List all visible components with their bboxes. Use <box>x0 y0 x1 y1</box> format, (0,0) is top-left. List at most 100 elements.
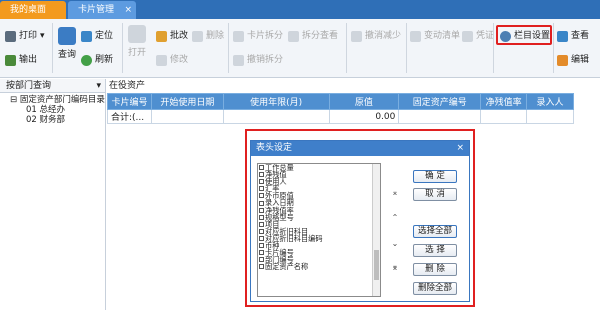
ok-button[interactable]: 确 定 <box>413 170 457 183</box>
refresh-icon <box>81 54 92 66</box>
checkbox[interactable] <box>259 172 264 178</box>
select-all-button[interactable]: 选择全部 <box>413 225 457 238</box>
checkbox[interactable] <box>259 250 264 256</box>
toolbar-divider <box>122 23 123 73</box>
modify-label: 修改 <box>170 55 189 65</box>
edit-button[interactable]: 编辑 <box>557 53 589 67</box>
toolbar-divider <box>52 23 53 73</box>
batch-edit-icon <box>156 30 167 42</box>
checkbox[interactable] <box>259 165 264 171</box>
tree-root[interactable]: ⊟ 固定资产部门编码目录 <box>10 95 105 105</box>
checkbox[interactable] <box>259 186 264 192</box>
list-item[interactable]: 固定资产名称 <box>258 263 380 270</box>
refresh-label: 刷新 <box>95 55 114 65</box>
close-icon[interactable]: × <box>456 141 464 156</box>
dialog-title-bar[interactable]: 表头设定 × <box>251 141 469 156</box>
header-settings-dialog: 表头设定 × 工作总量 净残值 使用人 汇率 外币原值 录入日期 净残值率 规格… <box>250 140 470 302</box>
change-list-button[interactable]: 变动清单 <box>410 29 460 43</box>
checkbox[interactable] <box>259 235 264 241</box>
table-row[interactable]: 合计:(... 0.00 <box>107 109 574 124</box>
column-header[interactable]: 开始使用日期 <box>150 93 224 110</box>
query-button[interactable]: 查询 <box>56 27 78 60</box>
checkbox[interactable] <box>259 228 264 234</box>
field-list[interactable]: 工作总量 净残值 使用人 汇率 外币原值 录入日期 净残值率 规格型号 项目 对… <box>257 163 381 297</box>
print-label: 打印 <box>19 31 38 41</box>
checkbox[interactable] <box>259 264 264 270</box>
print-button[interactable]: 打印 ▾ <box>5 29 45 43</box>
view-button[interactable]: 查看 <box>557 29 589 43</box>
column-header[interactable]: 使用年限(月) <box>222 93 330 110</box>
undo-split-label: 撤销拆分 <box>247 55 284 65</box>
tab-card-management[interactable]: 卡片管理 × <box>68 1 136 19</box>
tree-item-02[interactable]: 02 财务部 <box>10 115 105 125</box>
delete-button[interactable]: 删除 <box>192 29 224 43</box>
split-view-label: 拆分查看 <box>302 31 339 41</box>
undo-split-button[interactable]: 撤销拆分 <box>233 53 283 67</box>
tree-item-01[interactable]: 01 总经办 <box>10 105 105 115</box>
output-button[interactable]: 输出 <box>5 53 37 67</box>
list-scrollbar[interactable] <box>372 164 380 296</box>
voucher-icon <box>462 30 473 42</box>
column-header[interactable]: 原值 <box>328 93 400 110</box>
split-icon <box>233 30 244 42</box>
modify-button[interactable]: 修改 <box>156 53 188 67</box>
department-tree: ⊟ 固定资产部门编码目录 01 总经办 02 财务部 <box>0 93 105 125</box>
column-settings-label: 栏目设置 <box>514 31 551 41</box>
scrollbar-thumb[interactable] <box>374 250 379 280</box>
locate-icon <box>81 30 92 42</box>
dialog-title: 表头设定 <box>256 143 293 153</box>
move-bottom-icon[interactable]: ⌆ <box>388 263 402 272</box>
change-list-label: 变动清单 <box>424 31 461 41</box>
checkbox[interactable] <box>259 207 264 213</box>
batch-edit-label: 批改 <box>170 31 189 41</box>
locate-button[interactable]: 定位 <box>81 29 113 43</box>
query-icon <box>58 27 76 45</box>
column-header[interactable]: 卡片编号 <box>107 93 152 110</box>
remove-button[interactable]: 删 除 <box>413 263 457 276</box>
open-icon <box>128 25 146 43</box>
view-label: 查看 <box>571 31 590 41</box>
split-view-icon <box>288 30 299 42</box>
table-header-row: 卡片编号 开始使用日期 使用年限(月) 原值 固定资产编号 净残值率 录入人 <box>107 93 574 110</box>
asset-table: 卡片编号 开始使用日期 使用年限(月) 原值 固定资产编号 净残值率 录入人 合… <box>107 93 574 124</box>
department-query-label: 按部门查询 <box>6 81 52 91</box>
column-settings-button[interactable]: 栏目设置 <box>500 29 550 43</box>
card-split-label: 卡片拆分 <box>247 31 284 41</box>
select-button[interactable]: 选 择 <box>413 244 457 257</box>
move-down-icon[interactable]: ⌄ <box>388 239 402 248</box>
total-value-cell: 0.00 <box>328 109 400 124</box>
tab-my-desktop[interactable]: 我的桌面 <box>0 1 66 19</box>
checkbox[interactable] <box>259 257 264 263</box>
view-icon <box>557 30 568 42</box>
open-button[interactable]: 打开 <box>126 25 148 58</box>
refresh-button[interactable]: 刷新 <box>81 53 113 67</box>
undo-split-icon <box>233 54 244 66</box>
move-up-icon[interactable]: ⌃ <box>388 213 402 222</box>
card-split-button[interactable]: 卡片拆分 <box>233 29 283 43</box>
checkbox[interactable] <box>259 179 264 185</box>
edit-label: 编辑 <box>571 55 590 65</box>
open-label: 打开 <box>127 48 146 58</box>
column-header[interactable]: 净残值率 <box>480 93 528 110</box>
column-header[interactable]: 录入人 <box>526 93 574 110</box>
toolbar-divider <box>406 23 407 73</box>
undo-reduce-icon <box>351 30 362 42</box>
close-tab-icon[interactable]: × <box>124 1 132 19</box>
undo-reduce-button[interactable]: 撤消减少 <box>351 29 401 43</box>
column-header[interactable]: 固定资产编号 <box>398 93 482 110</box>
remove-all-button[interactable]: 删除全部 <box>413 282 457 295</box>
voucher-button[interactable]: 凭证 <box>462 29 494 43</box>
batch-edit-button[interactable]: 批改 <box>156 29 188 43</box>
cancel-button[interactable]: 取 消 <box>413 188 457 201</box>
checkbox[interactable] <box>259 200 264 206</box>
checkbox[interactable] <box>259 221 264 227</box>
move-top-icon[interactable]: ⌅ <box>388 188 402 197</box>
checkbox[interactable] <box>259 243 264 249</box>
checkbox[interactable] <box>259 214 264 220</box>
output-label: 输出 <box>19 55 38 65</box>
split-view-button[interactable]: 拆分查看 <box>288 29 338 43</box>
pencil-icon <box>156 54 167 66</box>
department-query-dropdown[interactable]: 按部门查询 ▾ <box>0 79 105 93</box>
query-label: 查询 <box>57 50 76 60</box>
checkbox[interactable] <box>259 193 264 199</box>
